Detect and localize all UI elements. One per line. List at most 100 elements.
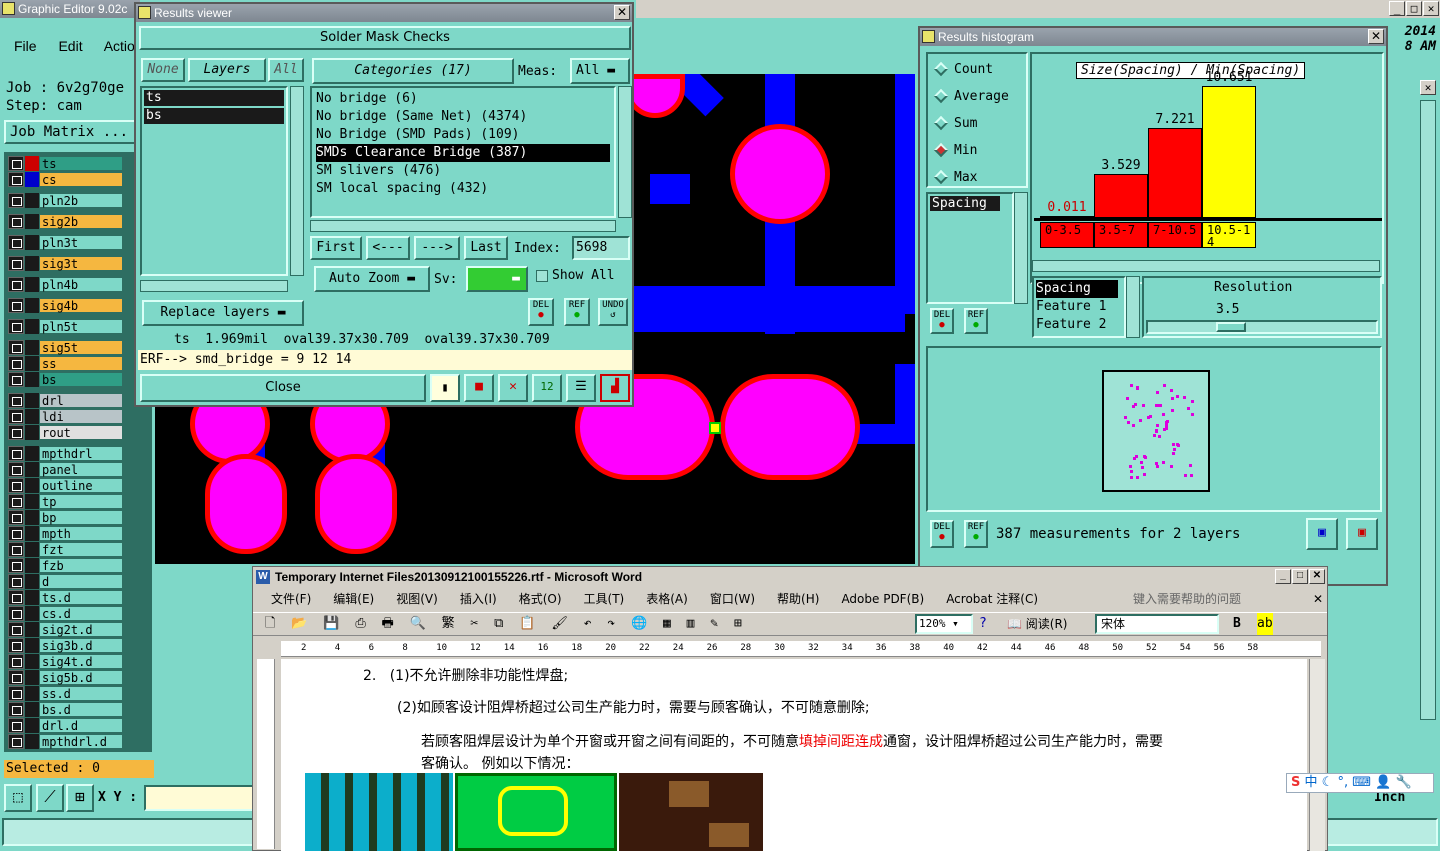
ruler[interactable]: 2 4 6 8 10 12 14 16 18 20 22 24 26 28 30 32 34 36 38 40 42 44…: [281, 641, 1321, 657]
layer-checkbox[interactable]: [8, 606, 24, 621]
layer-row[interactable]: bs.d: [8, 702, 123, 717]
hist-del-button[interactable]: DEL ●: [930, 308, 954, 334]
layer-checkbox[interactable]: [8, 494, 24, 509]
mode-option[interactable]: Sum: [933, 114, 977, 134]
redo-icon[interactable]: ↷: [607, 616, 615, 631]
word-menu-item[interactable]: Adobe PDF(B): [841, 592, 924, 606]
layer-name[interactable]: sig5t: [39, 340, 123, 355]
layer-name[interactable]: panel: [39, 462, 123, 477]
layer-row[interactable]: drl.d: [8, 718, 123, 733]
layers-button[interactable]: Layers: [188, 58, 266, 82]
word-menu-item[interactable]: 表格(A): [646, 592, 688, 606]
close-button[interactable]: Close: [140, 374, 426, 402]
word-close[interactable]: ✕: [1309, 569, 1325, 584]
layer-name[interactable]: sig5b.d: [39, 670, 123, 685]
word-menu-item[interactable]: 插入(I): [460, 592, 497, 606]
hyperlink-icon[interactable]: 🌐: [631, 616, 647, 631]
res-scrollbar[interactable]: [1126, 276, 1140, 338]
save-icon[interactable]: 💾: [323, 616, 339, 631]
categories-listbox[interactable]: No bridge (6) No bridge (Same Net) (4374)…: [310, 86, 616, 218]
report-icon[interactable]: ☰: [566, 374, 596, 402]
undo-icon[interactable]: ↶: [584, 616, 592, 631]
print-preview-icon[interactable]: 🖶: [382, 616, 394, 631]
find-icon[interactable]: 🔍: [410, 616, 426, 631]
drawing-icon[interactable]: ✎: [710, 616, 718, 631]
word-menu-item[interactable]: 帮助(H): [777, 592, 819, 606]
layer-checkbox[interactable]: [8, 235, 24, 250]
tool-zoom-icon[interactable]: ⬚: [4, 784, 32, 812]
table-icon[interactable]: ▦: [663, 616, 671, 631]
paste-icon[interactable]: 📋: [519, 616, 535, 631]
side-panel-close[interactable]: ✕: [1420, 80, 1436, 95]
layer-row[interactable]: ts: [8, 156, 123, 171]
layer-checkbox[interactable]: [8, 193, 24, 208]
layer-checkbox[interactable]: [8, 478, 24, 493]
layer-checkbox[interactable]: [8, 702, 24, 717]
layer-checkbox[interactable]: [8, 277, 24, 292]
layer-row[interactable]: sig2b: [8, 214, 123, 229]
mode-option[interactable]: Max: [933, 168, 977, 188]
word-vscrollbar[interactable]: [1309, 659, 1325, 851]
layer-name[interactable]: bs: [39, 372, 123, 387]
histogram-icon[interactable]: ▟: [600, 374, 630, 402]
ime-punct-icon[interactable]: °,: [1337, 775, 1348, 790]
map-icon[interactable]: ⊞: [734, 616, 742, 631]
category-item[interactable]: No Bridge (SMD Pads) (109): [316, 126, 610, 144]
first-button[interactable]: First: [310, 236, 362, 260]
layer-row[interactable]: outline: [8, 478, 123, 493]
layer-name[interactable]: sig2t.d: [39, 622, 123, 637]
help-icon[interactable]: ?: [979, 613, 987, 635]
layer-name[interactable]: mpth: [39, 526, 123, 541]
format-painter-icon[interactable]: 🖌: [551, 616, 568, 631]
side-panel-scroll[interactable]: [1420, 100, 1436, 720]
menu-actions[interactable]: Actio: [104, 38, 135, 54]
mode-option[interactable]: Min: [933, 141, 977, 161]
layer-checkbox[interactable]: [8, 393, 24, 408]
layer-name[interactable]: pln2b: [39, 193, 123, 208]
layer-checkbox[interactable]: [8, 558, 24, 573]
word-menu-item[interactable]: 编辑(E): [333, 592, 374, 606]
layer-row[interactable]: ss.d: [8, 686, 123, 701]
new-doc-icon[interactable]: 🗋: [265, 616, 275, 631]
metric-scrollbar[interactable]: [1014, 192, 1028, 304]
export-icon[interactable]: ▣: [1306, 518, 1338, 550]
layer-row[interactable]: sig3t: [8, 256, 123, 271]
metric-listbox[interactable]: Spacing: [926, 192, 1014, 304]
layer-checkbox[interactable]: [8, 298, 24, 313]
layers-hscrollbar[interactable]: [140, 280, 288, 292]
hist-del-button-2[interactable]: DEL ●: [930, 520, 954, 548]
mode-option[interactable]: Average: [933, 87, 1009, 107]
del-button[interactable]: DEL ●: [528, 298, 554, 326]
ime-keyboard-icon[interactable]: ⌨: [1352, 775, 1371, 790]
pdf-icon[interactable]: ⎙: [355, 616, 365, 631]
help-close[interactable]: ✕: [1313, 588, 1323, 610]
layer-name[interactable]: ts: [39, 156, 123, 171]
replace-layers-button[interactable]: Replace layers ▬: [142, 300, 304, 326]
word-menu-item[interactable]: 视图(V): [396, 592, 438, 606]
resolution-slider-thumb[interactable]: [1216, 322, 1246, 332]
next-button[interactable]: --->: [414, 236, 460, 260]
layer-checkbox[interactable]: [8, 622, 24, 637]
layer-row[interactable]: rout: [8, 425, 123, 440]
res-list-item[interactable]: Feature 2: [1036, 316, 1122, 334]
layer-name[interactable]: sig3b.d: [39, 638, 123, 653]
layer-row[interactable]: mpth: [8, 526, 123, 541]
auto-zoom-button[interactable]: Auto Zoom ▬: [314, 266, 430, 292]
undo-button[interactable]: UNDO ↺: [598, 298, 628, 326]
categories-scrollbar[interactable]: [618, 86, 632, 218]
columns-icon[interactable]: ▥: [687, 616, 695, 631]
close-window-button[interactable]: ✕: [1423, 1, 1439, 16]
layer-row[interactable]: sig4t.d: [8, 654, 123, 669]
layer-row[interactable]: fzt: [8, 542, 123, 557]
layer-row[interactable]: ss: [8, 356, 123, 371]
help-box[interactable]: 键入需要帮助的问题: [1133, 588, 1241, 610]
bold-button[interactable]: B: [1233, 613, 1241, 635]
layer-row[interactable]: d: [8, 574, 123, 589]
hist-ref-button-2[interactable]: REF ●: [964, 520, 988, 548]
layer-row[interactable]: sig2t.d: [8, 622, 123, 637]
layer-name[interactable]: cs.d: [39, 606, 123, 621]
layers-listbox[interactable]: ts bs: [140, 86, 288, 276]
category-item[interactable]: No bridge (Same Net) (4374): [316, 108, 610, 126]
res-list-item[interactable]: Feature 1: [1036, 298, 1122, 316]
layer-name[interactable]: cs: [39, 172, 123, 187]
